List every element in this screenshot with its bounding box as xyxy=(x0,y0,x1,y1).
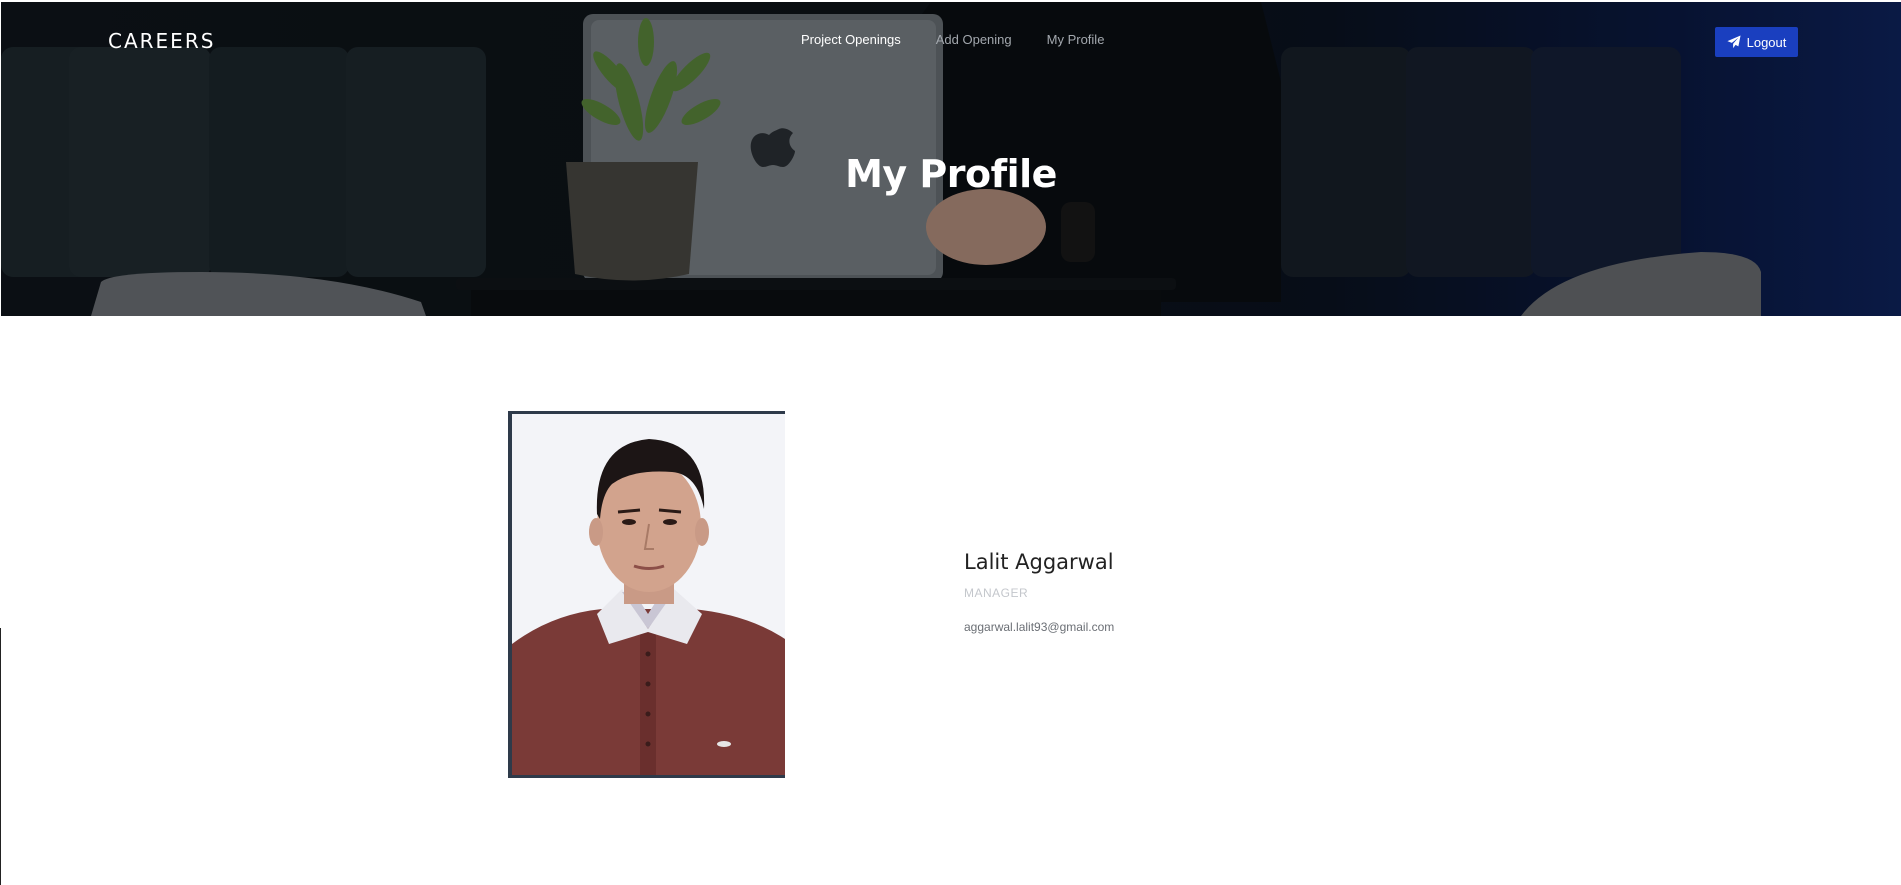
hero-banner: CAREERS Project Openings Add Opening My … xyxy=(1,2,1901,316)
nav-project-openings[interactable]: Project Openings xyxy=(801,32,901,47)
profile-photo-image xyxy=(512,414,785,775)
profile-name: Lalit Aggarwal xyxy=(964,550,1114,574)
logout-label: Logout xyxy=(1746,34,1787,50)
profile-email: aggarwal.lalit93@gmail.com xyxy=(964,620,1115,634)
profile-role: MANAGER xyxy=(964,586,1029,600)
brand-logo[interactable]: CAREERS xyxy=(108,29,215,53)
profile-photo xyxy=(508,411,785,778)
nav-my-profile[interactable]: My Profile xyxy=(1047,32,1105,47)
nav-add-opening[interactable]: Add Opening xyxy=(936,32,1012,47)
paper-plane-icon xyxy=(1727,35,1741,49)
page-edge-divider xyxy=(0,628,1,885)
page-title: My Profile xyxy=(845,152,1057,196)
logout-button[interactable]: Logout xyxy=(1715,27,1798,57)
main-nav: Project Openings Add Opening My Profile xyxy=(801,32,1104,47)
